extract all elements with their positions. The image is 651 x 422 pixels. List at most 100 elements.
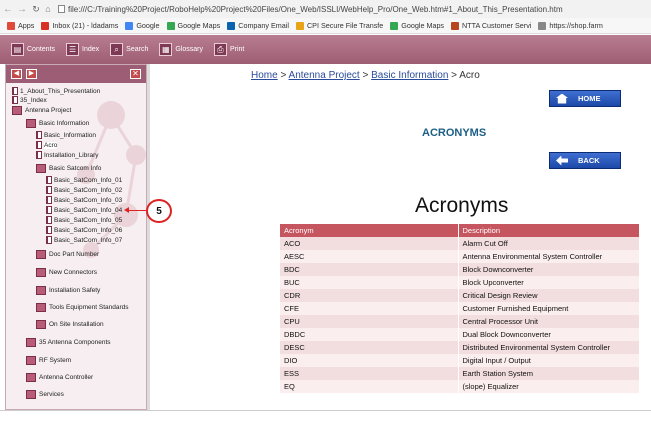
table-row: AESC Antenna Environmental System Control… xyxy=(280,250,640,263)
outlook-icon xyxy=(227,21,236,30)
toc-book-item[interactable]: New Connectors xyxy=(36,268,97,277)
toc-page-item[interactable]: 1_About_This_Presentation xyxy=(12,87,100,95)
toc-page-item[interactable]: Basic_SatCom_Info_04 xyxy=(46,206,122,214)
toc-page-item[interactable]: 35_Index xyxy=(12,96,47,104)
toc-page-item[interactable]: Basic_SatCom_Info_07 xyxy=(46,236,122,244)
table-row: ESS Earth Station System xyxy=(280,367,640,380)
file-transfer-icon xyxy=(295,21,304,30)
search-label: Search xyxy=(126,46,149,53)
previous-arrow-icon[interactable]: ◀ xyxy=(11,69,22,79)
index-button[interactable]: ☰ Index xyxy=(66,43,99,56)
bookmark-item[interactable]: CPI Secure File Transfe xyxy=(295,21,383,30)
toc-book-item[interactable]: Installation Safety xyxy=(36,286,100,295)
breadcrumb-section-link[interactable]: Basic Information xyxy=(371,70,448,81)
toc-book-item[interactable]: Basic Satcom Info xyxy=(36,164,101,173)
index-icon: ☰ xyxy=(66,43,80,56)
breadcrumb-separator: > xyxy=(448,70,460,81)
toc-page-item[interactable]: Basic_Information xyxy=(36,131,96,139)
bookmark-label: https://shop.farm xyxy=(549,21,603,30)
house-icon xyxy=(556,93,568,104)
breadcrumb-current: Acro xyxy=(459,70,480,81)
book-icon xyxy=(26,373,36,382)
toc-page-item[interactable]: Installation_Library xyxy=(36,151,99,159)
help-toolbar: ▤ Contents ☰ Index ⌕ Search ▦ Glossary ⎙… xyxy=(0,35,651,64)
acronym-cell: CDR xyxy=(280,289,459,302)
toc-book-item[interactable]: 35 Antenna Components xyxy=(26,338,111,347)
acronym-cell: EQ xyxy=(280,380,459,393)
url-text[interactable]: file:///C:/Training%20Project/RoboHelp%2… xyxy=(68,5,563,14)
google-icon xyxy=(125,21,134,30)
toc-page-item[interactable]: Acro xyxy=(36,141,58,149)
contents-button[interactable]: ▤ Contents xyxy=(11,43,55,56)
bookmark-item[interactable]: Inbox (21) - ldadams xyxy=(41,21,118,30)
table-row: BDC Block Downconverter xyxy=(280,263,640,276)
toc-book-item[interactable]: Services xyxy=(26,390,64,399)
toc-book-item[interactable]: Tools Equipment Standards xyxy=(36,303,129,312)
book-icon: ▤ xyxy=(11,43,24,56)
home-button[interactable]: HOME xyxy=(549,90,621,107)
book-icon xyxy=(12,106,22,115)
toc-item-label: 35 Antenna Components xyxy=(39,339,111,346)
column-header-acronym: Acronym xyxy=(280,224,459,237)
search-icon: ⌕ xyxy=(110,43,124,56)
close-icon[interactable]: ✕ xyxy=(130,69,141,79)
bookmark-item[interactable]: Google Maps xyxy=(390,21,444,30)
index-label: Index xyxy=(82,46,100,53)
toc-page-item[interactable]: Basic_SatCom_Info_03 xyxy=(46,196,122,204)
bookmark-item[interactable]: Company Email xyxy=(227,21,289,30)
search-button[interactable]: ⌕ Search xyxy=(110,43,148,56)
toc-item-label: Acro xyxy=(44,141,58,149)
toc-pane: ◀ ▶ ✕ 1_About_This_Presentation 35_Index A… xyxy=(5,64,147,410)
toc-page-item[interactable]: Basic_SatCom_Info_06 xyxy=(46,226,122,234)
table-row: DESC Distributed Environmental System Con… xyxy=(280,341,640,354)
table-row: DIO Digital Input / Output xyxy=(280,354,640,367)
breadcrumb-home-link[interactable]: Home xyxy=(251,70,278,81)
bookmark-item[interactable]: Google xyxy=(125,21,160,30)
back-arrow-icon[interactable]: ← xyxy=(2,4,14,15)
toc-page-item[interactable]: Basic_SatCom_Info_01 xyxy=(46,176,122,184)
reload-icon[interactable]: ↻ xyxy=(30,4,42,15)
toc-item-label: Basic_SatCom_Info_03 xyxy=(54,196,123,204)
toc-book-item[interactable]: RF System xyxy=(26,356,71,365)
bookmark-item[interactable]: https://shop.farm xyxy=(538,21,603,30)
glossary-button[interactable]: ▦ Glossary xyxy=(159,43,203,56)
toc-pane-toolbar: ◀ ▶ ✕ xyxy=(6,65,146,83)
toc-item-label: Basic_SatCom_Info_07 xyxy=(54,236,123,244)
print-label: Print xyxy=(229,46,245,53)
table-row: EQ (slope) Equalizer xyxy=(280,380,640,393)
book-icon xyxy=(36,286,46,295)
toc-item-label: Basic Information xyxy=(39,120,90,127)
acronym-cell: BDC xyxy=(280,263,459,276)
next-arrow-icon[interactable]: ▶ xyxy=(26,69,37,79)
url-field[interactable]: file:///C:/Training%20Project/RoboHelp%2… xyxy=(58,5,563,14)
print-button[interactable]: ⎙ Print xyxy=(213,43,245,56)
printer-icon: ⎙ xyxy=(213,43,227,56)
bookmark-item[interactable]: NTTA Customer Servi xyxy=(451,21,531,30)
toc-page-item[interactable]: Basic_SatCom_Info_02 xyxy=(46,186,122,194)
toc-book-item[interactable]: Doc Part Number xyxy=(36,250,99,259)
page-icon xyxy=(46,236,52,244)
callout-pointer-line xyxy=(127,210,147,211)
apps-grid-icon xyxy=(7,21,15,30)
bookmark-item[interactable]: Apps xyxy=(7,21,34,30)
toc-book-item[interactable]: Antenna Project xyxy=(12,106,71,115)
step-number-callout: 5 xyxy=(146,199,172,223)
toc-item-label: Basic_SatCom_Info_02 xyxy=(54,186,123,194)
bookmark-item[interactable]: Google Maps xyxy=(166,21,220,30)
toc-book-item[interactable]: Antenna Controller xyxy=(26,373,93,382)
book-icon xyxy=(26,119,36,128)
book-icon xyxy=(36,250,46,259)
forward-arrow-icon[interactable]: → xyxy=(16,4,28,15)
description-cell: Critical Design Review xyxy=(458,289,640,302)
home-icon[interactable]: ⌂ xyxy=(42,4,54,14)
back-button[interactable]: BACK xyxy=(549,152,621,169)
callout-arrowhead xyxy=(124,207,129,213)
bookmark-label: Google Maps xyxy=(401,21,445,30)
contents-label: Contents xyxy=(27,46,56,53)
toc-book-item[interactable]: On Site Installation xyxy=(36,320,104,329)
breadcrumb: Home > Antenna Project > Basic Informati… xyxy=(251,70,480,81)
toc-book-item[interactable]: Basic Information xyxy=(26,119,89,128)
toc-page-item[interactable]: Basic_SatCom_Info_05 xyxy=(46,216,122,224)
left-arrow-icon xyxy=(556,155,568,166)
breadcrumb-project-link[interactable]: Antenna Project xyxy=(289,70,360,81)
